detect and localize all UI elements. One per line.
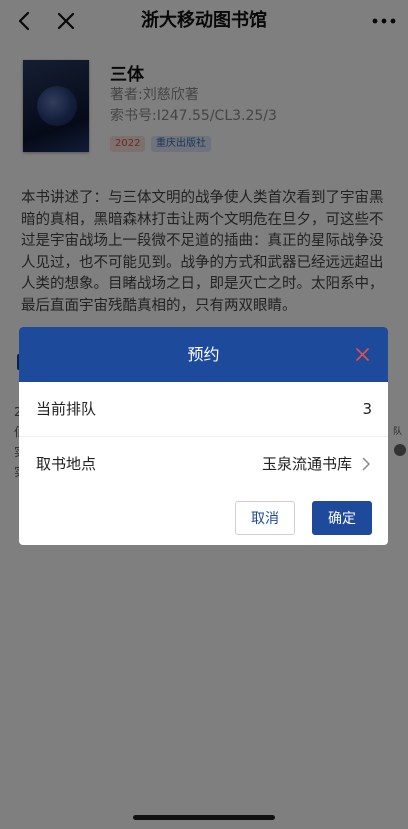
close-icon[interactable] <box>354 346 370 362</box>
queue-label: 当前排队 <box>36 400 97 418</box>
reservation-dialog: 预约 当前排队 3 取书地点 玉泉流通书库 取消 确定 <box>19 327 388 545</box>
cancel-button[interactable]: 取消 <box>235 501 295 535</box>
pickup-location-value[interactable]: 玉泉流通书库 <box>262 437 352 491</box>
pickup-location-row[interactable]: 取书地点 玉泉流通书库 <box>19 437 388 491</box>
dialog-title: 预约 <box>187 345 220 364</box>
dialog-header: 预约 <box>19 327 388 382</box>
chevron-right-icon[interactable] <box>360 456 372 472</box>
queue-count: 3 <box>362 400 372 418</box>
home-indicator[interactable] <box>133 815 275 820</box>
pickup-location-label: 取书地点 <box>36 455 97 473</box>
queue-row: 当前排队 3 <box>19 382 388 437</box>
confirm-button[interactable]: 确定 <box>312 501 372 535</box>
